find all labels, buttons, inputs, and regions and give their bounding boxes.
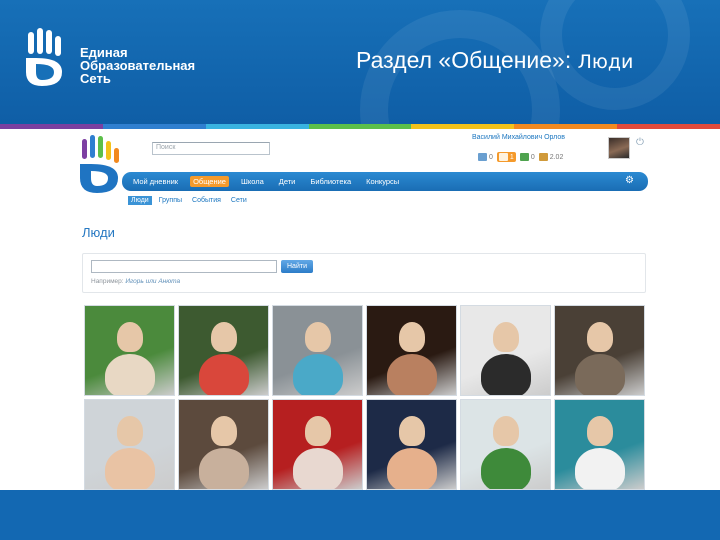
brand-name: Единая Образовательная Сеть (80, 46, 195, 85)
power-icon[interactable]: ⏻ (636, 137, 644, 148)
site-search-input[interactable]: Поиск (152, 142, 270, 155)
photo-thumbnail-girl-with-dog[interactable] (178, 399, 269, 490)
subnav-item-people[interactable]: Люди (128, 196, 152, 205)
photo-thumbnail-man-in-room[interactable] (554, 305, 645, 396)
photo-thumbnail-woman-in-red[interactable] (178, 305, 269, 396)
find-button[interactable]: Найти (281, 260, 313, 273)
person-body (105, 354, 155, 395)
person-body (199, 448, 249, 489)
nav-item-library[interactable]: Библиотека (307, 176, 354, 187)
nav-item-contests[interactable]: Конкурсы (363, 176, 402, 187)
photo-thumbnail-person-in-garden[interactable] (84, 305, 175, 396)
person-silhouette (117, 416, 143, 446)
person-body (387, 354, 437, 395)
hint-prefix: Например: (91, 278, 126, 285)
hint-example-link[interactable]: Игорь или Анюта (125, 278, 180, 285)
photo-thumbnail-kids-at-table[interactable] (460, 399, 551, 490)
user-name-link[interactable]: Василий Михайлович Орлов (472, 134, 565, 141)
page-title: Люди (82, 225, 115, 240)
person-silhouette (399, 416, 425, 446)
nav-item-diary[interactable]: Мой дневник (130, 176, 181, 187)
main-nav: Мой дневник Общение Школа Дети Библиотек… (122, 172, 648, 191)
notification-counters: 0 1 0 2.02 (478, 151, 563, 163)
people-photo-grid (84, 305, 645, 490)
person-silhouette (587, 416, 613, 446)
person-silhouette (305, 322, 331, 352)
subnav-item-groups[interactable]: Группы (156, 196, 185, 205)
avatar[interactable] (608, 137, 630, 159)
slide-title-main: Раздел «Общение»: (356, 47, 578, 73)
sub-nav: Люди Группы События Сети (128, 196, 250, 205)
site-screenshot: Поиск Василий Михайлович Орлов 0 1 0 2.0… (70, 129, 650, 490)
photo-thumbnail-girl-with-crown[interactable] (366, 399, 457, 490)
person-body (575, 354, 625, 395)
counter-value: 0 (489, 153, 493, 161)
person-body (481, 448, 531, 489)
nav-item-children[interactable]: Дети (276, 176, 299, 187)
photo-thumbnail-boy-with-car[interactable] (272, 305, 363, 396)
person-silhouette (399, 322, 425, 352)
photo-thumbnail-hammer-and-sickle[interactable] (272, 399, 363, 490)
people-icon (538, 153, 548, 161)
apps-counter[interactable]: 0 (519, 153, 535, 161)
slide-footer (0, 490, 720, 540)
friends-icon (498, 153, 508, 161)
person-silhouette (587, 322, 613, 352)
person-silhouette (493, 416, 519, 446)
nav-item-school[interactable]: Школа (238, 176, 267, 187)
people-search-input[interactable] (91, 260, 277, 273)
slide-title: Раздел «Общение»: Люди (356, 47, 633, 74)
subnav-item-events[interactable]: События (189, 196, 224, 205)
brand-line: Сеть (80, 71, 111, 86)
person-body (293, 354, 343, 395)
slide-title-sub: Люди (577, 51, 634, 73)
person-silhouette (211, 322, 237, 352)
counter-value: 1 (509, 153, 514, 161)
counter-value: 2.02 (549, 153, 564, 161)
person-body (105, 448, 155, 489)
person-body (199, 354, 249, 395)
messages-counter[interactable]: 0 (478, 153, 493, 161)
person-silhouette (493, 322, 519, 352)
counter-value: 0 (530, 153, 535, 161)
photo-thumbnail-girl-portrait[interactable] (366, 305, 457, 396)
people-search-panel: Найти Например: Игорь или Анюта (82, 253, 646, 293)
photo-thumbnail-boy-on-floor[interactable] (554, 399, 645, 490)
puzzle-icon (519, 153, 529, 161)
slide-header: Единая Образовательная Сеть Раздел «Обще… (0, 0, 720, 124)
mail-icon (478, 153, 487, 161)
photo-thumbnail-boy-portrait[interactable] (84, 399, 175, 490)
person-body (293, 448, 343, 489)
hand-logo-icon (26, 28, 62, 86)
person-body (575, 448, 625, 489)
nav-item-communication[interactable]: Общение (190, 176, 229, 187)
person-silhouette (305, 416, 331, 446)
gear-icon[interactable]: ⚙ (625, 175, 634, 186)
friends-counter[interactable]: 1 (496, 152, 516, 162)
search-hint: Например: Игорь или Анюта (91, 278, 180, 285)
person-silhouette (117, 322, 143, 352)
person-silhouette (211, 416, 237, 446)
groups-counter[interactable]: 2.02 (538, 153, 564, 161)
subnav-item-networks[interactable]: Сети (228, 196, 250, 205)
person-body (481, 354, 531, 395)
photo-thumbnail-girl-dark-photo[interactable] (460, 305, 551, 396)
person-body (387, 448, 437, 489)
